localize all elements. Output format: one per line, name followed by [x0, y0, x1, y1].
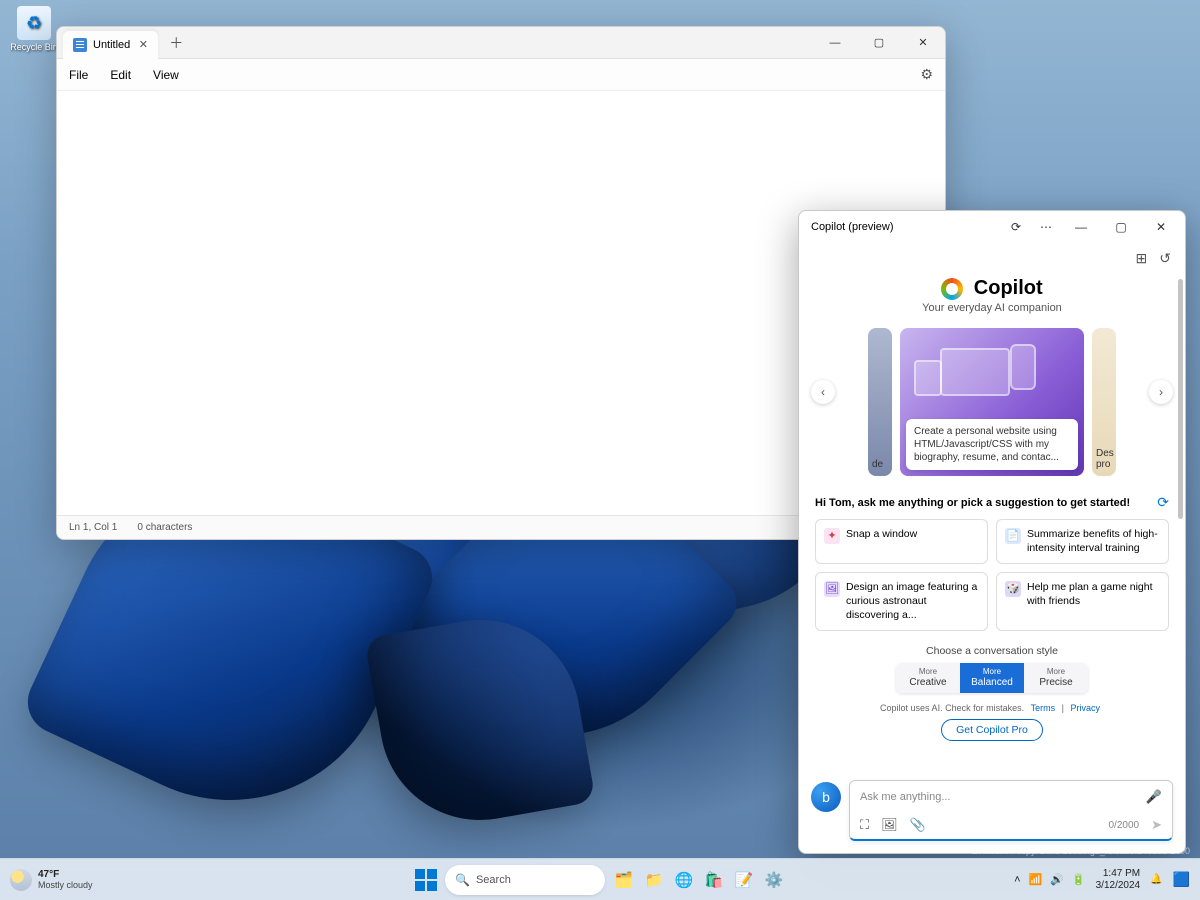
history-icon[interactable]: ↺ — [1159, 250, 1171, 267]
tray-wifi-icon[interactable]: 📶 — [1029, 873, 1043, 886]
suggestion-summarize[interactable]: 📄Summarize benefits of high-intensity in… — [996, 519, 1169, 564]
disclaimer: Copilot uses AI. Check for mistakes. Ter… — [815, 703, 1169, 713]
style-precise[interactable]: MorePrecise — [1024, 663, 1088, 693]
new-tab-button[interactable]: ＋ — [162, 29, 190, 57]
style-selector: MoreCreative MoreBalanced MorePrecise — [896, 663, 1088, 693]
weather-icon — [10, 869, 32, 891]
close-button[interactable]: ✕ — [901, 28, 945, 58]
status-chars: 0 characters — [137, 522, 192, 533]
bing-avatar-icon[interactable]: b — [811, 782, 841, 812]
taskbar-search[interactable]: 🔍 Search — [445, 865, 605, 895]
chat-input[interactable]: Ask me anything... 🎤 ⛶ 🖼 📎 0/2000 ➤ — [849, 780, 1173, 841]
sparkle-icon: ✦ — [824, 528, 840, 544]
style-creative[interactable]: MoreCreative — [896, 663, 960, 693]
taskbar-app-edge[interactable]: 🌐 — [671, 867, 697, 893]
copilot-input-area: b Ask me anything... 🎤 ⛶ 🖼 📎 0/2000 ➤ — [799, 770, 1185, 853]
evaluation-watermark: Evaluation copy. Build 26080.ge_release.… — [972, 846, 1190, 856]
carousel-card-right[interactable]: Des pro — [1092, 328, 1116, 476]
suggestion-snap-window[interactable]: ✦Snap a window — [815, 519, 988, 564]
style-label: Choose a conversation style — [815, 645, 1169, 657]
taskbar-app-desktops[interactable]: 🗂️ — [611, 867, 637, 893]
copilot-greeting: Hi Tom, ask me anything or pick a sugges… — [815, 497, 1130, 509]
menu-edit[interactable]: Edit — [110, 68, 131, 82]
tray-volume-icon[interactable]: 🔊 — [1050, 873, 1064, 886]
taskbar-app-explorer[interactable]: 📁 — [641, 867, 667, 893]
style-balanced[interactable]: MoreBalanced — [960, 663, 1024, 693]
copilot-brand: Copilot — [974, 277, 1043, 299]
recycle-bin-label: Recycle Bin — [6, 42, 62, 52]
clock-time: 1:47 PM — [1096, 868, 1141, 880]
taskbar-app-store[interactable]: 🛍️ — [701, 867, 727, 893]
screenshot-icon[interactable]: ⛶ — [860, 817, 869, 833]
suggestion-design-image[interactable]: 🖼Design an image featuring a curious ast… — [815, 572, 988, 631]
get-copilot-pro-button[interactable]: Get Copilot Pro — [941, 719, 1043, 741]
weather-desc: Mostly cloudy — [38, 880, 93, 890]
carousel-prev-button[interactable]: ‹ — [811, 380, 835, 404]
document-icon: 📄 — [1005, 528, 1021, 544]
settings-gear-icon[interactable]: ⚙ — [920, 66, 933, 83]
copilot-taskbar-icon[interactable]: 🟦 — [1173, 871, 1190, 888]
tab-close-button[interactable]: ✕ — [136, 38, 150, 52]
copilot-logo-icon — [941, 278, 963, 300]
search-icon: 🔍 — [455, 873, 470, 887]
send-icon[interactable]: ➤ — [1151, 817, 1162, 833]
notepad-tab[interactable]: Untitled ✕ — [63, 31, 158, 59]
refresh-icon[interactable]: ⟳ — [1001, 212, 1031, 242]
menu-view[interactable]: View — [153, 68, 179, 82]
carousel-illustration — [910, 338, 1074, 426]
minimize-button[interactable]: ― — [1061, 212, 1101, 242]
notepad-menubar: File Edit View ⚙ — [57, 59, 945, 91]
taskbar-weather-widget[interactable]: 47°F Mostly cloudy — [10, 869, 93, 891]
notepad-titlebar[interactable]: Untitled ✕ ＋ ― ▢ ✕ — [57, 27, 945, 59]
image-upload-icon[interactable]: 🖼 — [881, 817, 898, 833]
tray-battery-icon[interactable]: 🔋 — [1072, 873, 1086, 886]
notifications-icon[interactable]: 🔔 — [1150, 874, 1162, 885]
carousel-card-left[interactable]: de — [868, 328, 892, 476]
copilot-title: Copilot (preview) — [811, 221, 894, 233]
scrollbar[interactable] — [1178, 279, 1183, 764]
carousel-card-main[interactable]: Create a personal website using HTML/Jav… — [900, 328, 1084, 476]
taskbar-app-notepad[interactable]: 📝 — [731, 867, 757, 893]
suggestion-plan-game-night[interactable]: 🎲Help me plan a game night with friends — [996, 572, 1169, 631]
char-counter: 0/2000 — [1109, 820, 1140, 831]
plugins-icon[interactable]: ⊞ — [1136, 250, 1148, 267]
copilot-logo: Copilot — [815, 277, 1169, 300]
copilot-titlebar[interactable]: Copilot (preview) ⟳ ⋯ ― ▢ ✕ — [799, 211, 1185, 243]
taskbar: 47°F Mostly cloudy 🔍 Search 🗂️ 📁 🌐 🛍️ 📝 … — [0, 858, 1200, 900]
notepad-tab-title: Untitled — [93, 39, 130, 51]
carousel-caption: Create a personal website using HTML/Jav… — [906, 419, 1078, 470]
refresh-suggestions-icon[interactable]: ⟳ — [1157, 494, 1169, 511]
taskbar-clock[interactable]: 1:47 PM 3/12/2024 — [1096, 868, 1141, 891]
image-icon: 🖼 — [824, 581, 840, 597]
close-button[interactable]: ✕ — [1141, 212, 1181, 242]
more-icon[interactable]: ⋯ — [1031, 212, 1061, 242]
suggestion-grid: ✦Snap a window 📄Summarize benefits of hi… — [815, 519, 1169, 631]
copilot-tagline: Your everyday AI companion — [815, 302, 1169, 314]
privacy-link[interactable]: Privacy — [1070, 703, 1100, 713]
start-button[interactable] — [413, 867, 439, 893]
microphone-icon[interactable]: 🎤 — [1146, 789, 1162, 805]
notepad-file-icon — [73, 38, 87, 52]
terms-link[interactable]: Terms — [1031, 703, 1056, 713]
menu-file[interactable]: File — [69, 68, 88, 82]
prompt-carousel: ‹ de Create a personal website using HTM… — [815, 328, 1169, 476]
copilot-window: Copilot (preview) ⟳ ⋯ ― ▢ ✕ ⊞ ↺ Copilot … — [798, 210, 1186, 854]
clock-date: 3/12/2024 — [1096, 880, 1141, 892]
carousel-next-button[interactable]: › — [1149, 380, 1173, 404]
weather-temp: 47°F — [38, 869, 93, 880]
copilot-content[interactable]: Copilot Your everyday AI companion ‹ de … — [799, 273, 1185, 770]
chat-placeholder: Ask me anything... — [860, 791, 951, 803]
maximize-button[interactable]: ▢ — [857, 28, 901, 58]
minimize-button[interactable]: ― — [813, 28, 857, 58]
status-cursor: Ln 1, Col 1 — [69, 522, 117, 533]
recycle-bin-icon: ♻ — [17, 6, 51, 40]
maximize-button[interactable]: ▢ — [1101, 212, 1141, 242]
search-placeholder: Search — [476, 874, 511, 886]
taskbar-app-settings[interactable]: ⚙️ — [761, 867, 787, 893]
calendar-icon: 🎲 — [1005, 581, 1021, 597]
recycle-bin[interactable]: ♻ Recycle Bin — [6, 6, 62, 52]
attachment-icon[interactable]: 📎 — [910, 817, 926, 833]
tray-chevron-icon[interactable]: ˄ — [1014, 874, 1020, 886]
